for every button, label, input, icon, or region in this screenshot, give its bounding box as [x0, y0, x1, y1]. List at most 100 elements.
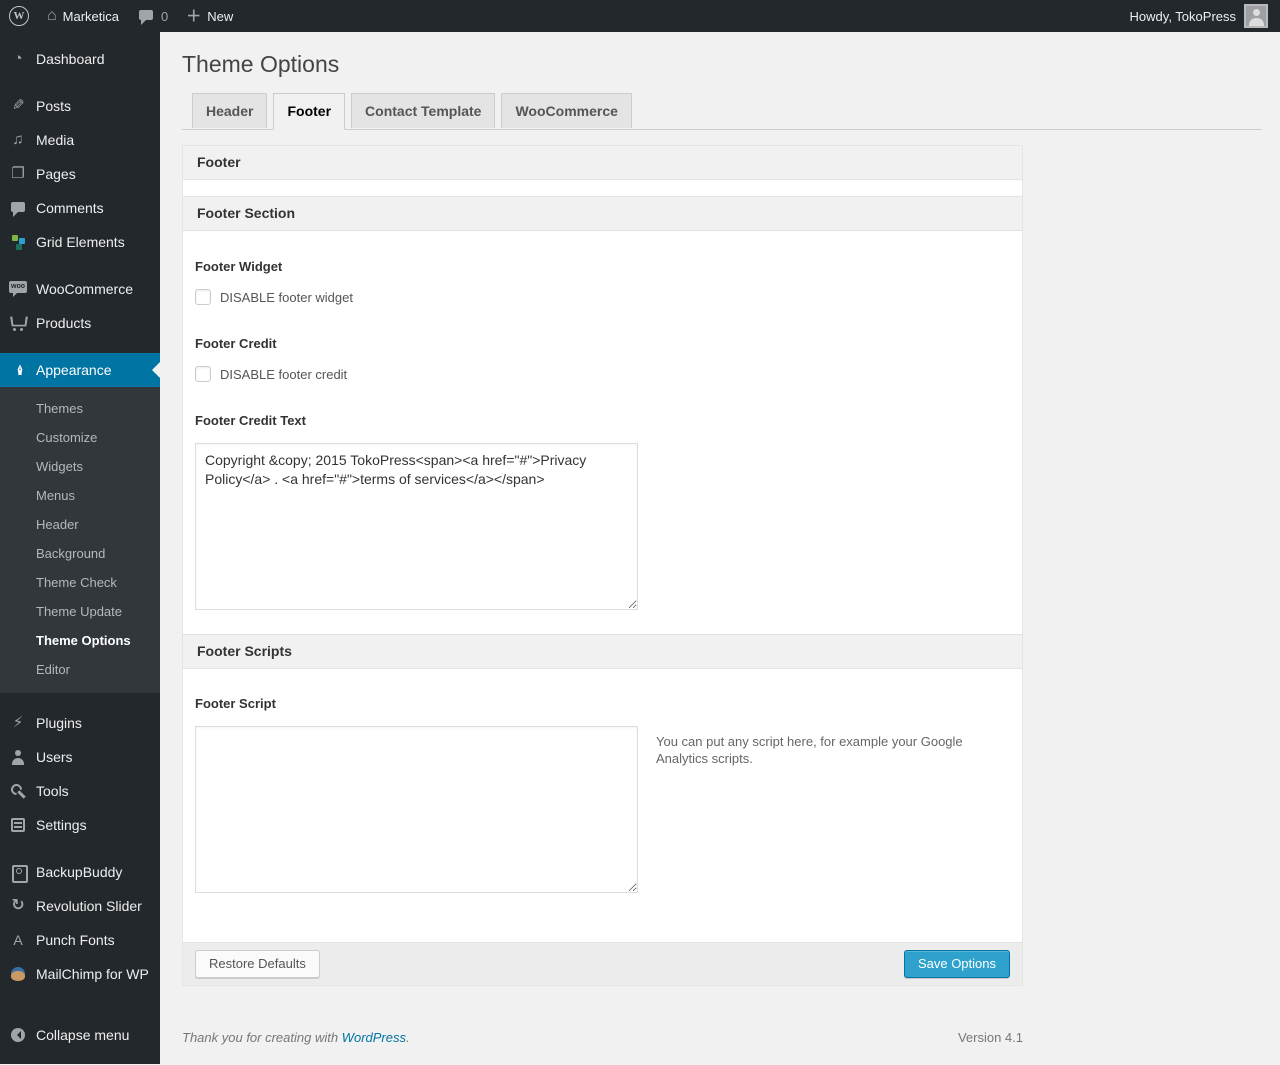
sidebar-item-label: Tools — [36, 783, 69, 799]
footer-section-body: Footer Widget DISABLE footer widget Foot… — [183, 259, 1022, 610]
sidebar-item-label: WooCommerce — [36, 281, 133, 297]
admin-bar: W ⌂ Marketica 0 ＋ New Howdy, TokoPress — [0, 0, 1280, 32]
submenu-item-editor[interactable]: Editor — [0, 655, 160, 684]
tab-woocommerce[interactable]: WooCommerce — [501, 93, 631, 128]
wordpress-link[interactable]: WordPress — [342, 1030, 406, 1045]
sidebar-item-revolution-slider[interactable]: Revolution Slider — [0, 889, 160, 923]
theme-options-tabs: HeaderFooterContact TemplateWooCommerce — [182, 93, 1262, 130]
dashboard-icon — [9, 50, 27, 68]
page-footer: Thank you for creating with WordPress. V… — [182, 1030, 1023, 1065]
comments-count: 0 — [161, 9, 168, 24]
pages-icon — [9, 165, 27, 183]
site-name: Marketica — [63, 9, 119, 24]
sidebar-item-label: MailChimp for WP — [36, 966, 149, 982]
submenu-item-theme-options[interactable]: Theme Options — [0, 626, 160, 655]
disable-footer-widget-label[interactable]: DISABLE footer widget — [220, 290, 353, 305]
thanks-prefix: Thank you for creating with — [182, 1030, 342, 1045]
panel-action-bar: Restore Defaults Save Options — [183, 942, 1022, 985]
submenu-row: Header — [0, 510, 160, 539]
save-options-button[interactable]: Save Options — [904, 950, 1010, 978]
sidebar-item-label: Collapse menu — [36, 1027, 129, 1043]
sidebar-item-label: Revolution Slider — [36, 898, 142, 914]
submenu-item-menus[interactable]: Menus — [0, 481, 160, 510]
submenu-item-header[interactable]: Header — [0, 510, 160, 539]
submenu-item-background[interactable]: Background — [0, 539, 160, 568]
howdy-text: Howdy, TokoPress — [1130, 9, 1236, 24]
account-menu[interactable]: Howdy, TokoPress — [1130, 0, 1280, 32]
tab-header[interactable]: Header — [192, 93, 267, 128]
footer-credit-row: DISABLE footer credit — [195, 366, 1010, 382]
footer-credit-text-textarea[interactable]: Copyright &copy; 2015 TokoPress<span><a … — [195, 443, 638, 610]
submenu-item-widgets[interactable]: Widgets — [0, 452, 160, 481]
sidebar-item-woocommerce[interactable]: WooCommerce — [0, 272, 160, 306]
submenu-item-theme-check[interactable]: Theme Check — [0, 568, 160, 597]
sidebar-item-products[interactable]: Products — [0, 306, 160, 340]
main-content: Theme Options HeaderFooterContact Templa… — [160, 0, 1280, 1065]
sidebar-item-pages[interactable]: Pages — [0, 157, 160, 191]
submenu-item-theme-update[interactable]: Theme Update — [0, 597, 160, 626]
sidebar-item-media[interactable]: Media — [0, 123, 160, 157]
wordpress-logo-menu[interactable]: W — [0, 0, 38, 32]
footer-scripts-body: Footer Script You can put any script her… — [183, 696, 1022, 893]
sidebar-item-label: Pages — [36, 166, 76, 182]
sidebar-item-collapse-menu[interactable]: Collapse menu — [0, 1018, 160, 1052]
new-label: New — [207, 9, 233, 24]
footer-credit-label: Footer Credit — [195, 336, 1010, 351]
sidebar-item-backupbuddy[interactable]: BackupBuddy — [0, 855, 160, 889]
sidebar-item-users[interactable]: Users — [0, 740, 160, 774]
products-icon — [9, 314, 27, 332]
sidebar-item-label: Settings — [36, 817, 87, 833]
comments-shortcut[interactable]: 0 — [128, 0, 177, 32]
theme-options-panel: Footer Footer Section Footer Widget DISA… — [182, 145, 1023, 986]
media-icon — [9, 131, 27, 149]
submenu-item-themes[interactable]: Themes — [0, 394, 160, 423]
sidebar-item-label: BackupBuddy — [36, 864, 122, 880]
plugins-icon — [9, 714, 27, 732]
footer-script-textarea[interactable] — [195, 726, 638, 893]
submenu-row: Menus — [0, 481, 160, 510]
posts-icon — [9, 97, 27, 115]
sidebar-item-plugins[interactable]: Plugins — [0, 706, 160, 740]
sidebar-item-label: Posts — [36, 98, 71, 114]
submenu-row: Customize — [0, 423, 160, 452]
sidebar-item-grid-elements[interactable]: Grid Elements — [0, 225, 160, 259]
appearance-icon — [9, 361, 27, 379]
version-text: Version 4.1 — [958, 1030, 1023, 1045]
disable-footer-credit-label[interactable]: DISABLE footer credit — [220, 367, 347, 382]
sidebar-item-comments[interactable]: Comments — [0, 191, 160, 225]
disable-footer-credit-checkbox[interactable] — [195, 366, 211, 382]
disable-footer-widget-checkbox[interactable] — [195, 289, 211, 305]
sidebar-item-label: Dashboard — [36, 51, 105, 67]
new-content-menu[interactable]: ＋ New — [177, 0, 242, 32]
submenu-item-customize[interactable]: Customize — [0, 423, 160, 452]
sidebar-item-settings[interactable]: Settings — [0, 808, 160, 842]
sidebar-item-label: Grid Elements — [36, 234, 125, 250]
restore-defaults-button[interactable]: Restore Defaults — [195, 950, 320, 978]
home-icon: ⌂ — [47, 8, 57, 24]
tab-footer[interactable]: Footer — [273, 93, 345, 130]
comment-bubble-icon — [137, 7, 155, 25]
wordpress-logo-icon: W — [9, 6, 29, 26]
sidebar-item-punch-fonts[interactable]: Punch Fonts — [0, 923, 160, 957]
woocommerce-icon — [9, 280, 27, 298]
sidebar-item-mailchimp-for-wp[interactable]: MailChimp for WP — [0, 957, 160, 991]
sidebar-item-posts[interactable]: Posts — [0, 89, 160, 123]
sidebar-item-tools[interactable]: Tools — [0, 774, 160, 808]
sidebar-item-label: Punch Fonts — [36, 932, 115, 948]
mailchimp-icon — [9, 965, 27, 983]
page-title: Theme Options — [182, 41, 1262, 83]
tab-contact-template[interactable]: Contact Template — [351, 93, 495, 128]
avatar — [1244, 4, 1268, 28]
collapse-icon — [9, 1026, 27, 1044]
sidebar-item-dashboard[interactable]: Dashboard — [0, 42, 160, 76]
section-header-footer-scripts: Footer Scripts — [183, 634, 1022, 669]
footer-credit-text-label: Footer Credit Text — [195, 413, 1010, 428]
plus-icon: ＋ — [186, 9, 201, 24]
tools-icon — [9, 782, 27, 800]
sidebar-item-label: Media — [36, 132, 74, 148]
submenu-row: Editor — [0, 655, 160, 684]
site-name-menu[interactable]: ⌂ Marketica — [38, 0, 128, 32]
revslider-icon — [9, 897, 27, 915]
backupbuddy-icon — [9, 863, 27, 881]
sidebar-item-appearance[interactable]: Appearance — [0, 353, 160, 387]
